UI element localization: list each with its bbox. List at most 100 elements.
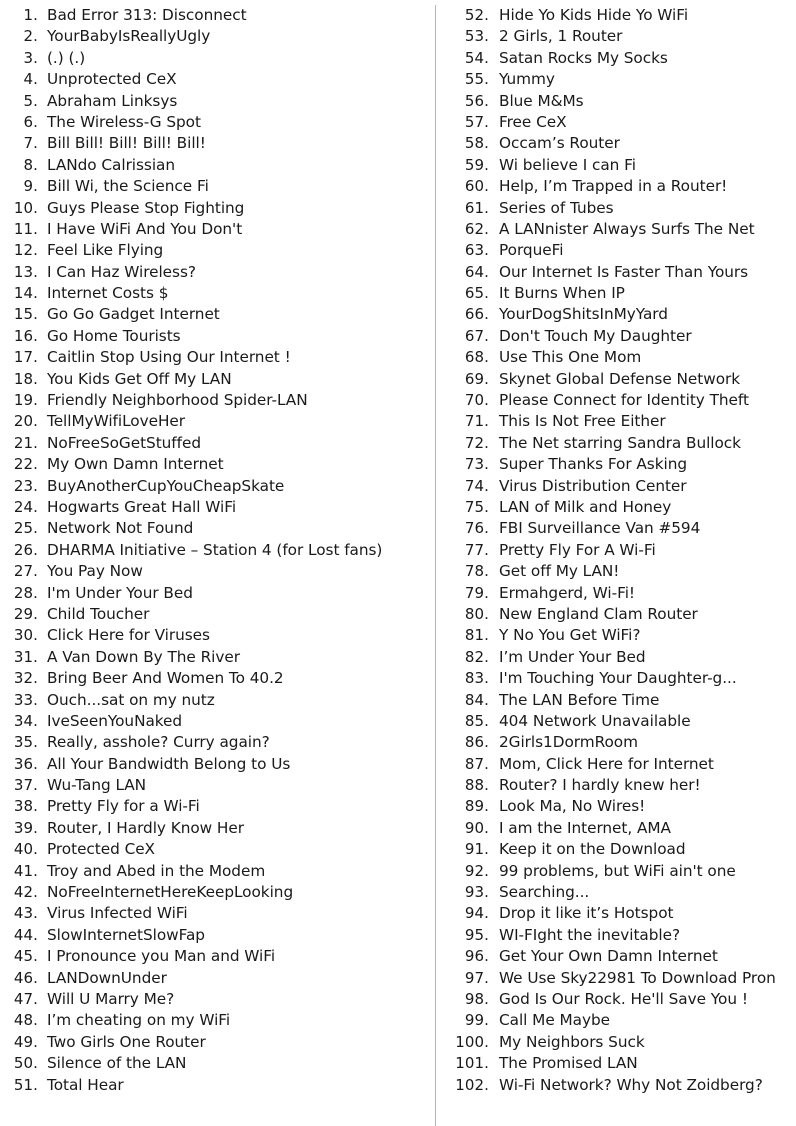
list-item: 69. Skynet Global Defense Network bbox=[436, 369, 796, 390]
list-item-label: Keep it on the Download bbox=[499, 840, 686, 859]
list-item-label: 2Girls1DormRoom bbox=[499, 733, 638, 752]
list-item: 26. DHARMA Initiative – Station 4 (for Lo… bbox=[0, 540, 435, 561]
list-item-number: 74. bbox=[464, 476, 489, 495]
list-item-number: 62. bbox=[464, 219, 489, 238]
list-item-number: 100. bbox=[455, 1032, 489, 1051]
list-item-label: Get Your Own Damn Internet bbox=[499, 947, 718, 966]
list-item-label: Go Home Tourists bbox=[47, 326, 181, 345]
list-item-number: 48. bbox=[13, 1011, 38, 1030]
list-item: 48. I’m cheating on my WiFi bbox=[0, 1010, 435, 1031]
list-item-number: 33. bbox=[13, 690, 38, 709]
list-item: 65. It Burns When IP bbox=[436, 283, 796, 304]
list-item-label: Please Connect for Identity Theft bbox=[499, 391, 749, 410]
list-item-number: 50. bbox=[13, 1054, 38, 1073]
list-item-label: Ouch...sat on my nutz bbox=[47, 690, 215, 709]
list-item-label: FBI Surveillance Van #594 bbox=[499, 519, 701, 538]
list-item-label: All Your Bandwidth Belong to Us bbox=[47, 754, 291, 773]
list-item-label: Super Thanks For Asking bbox=[499, 455, 688, 474]
list-item: 6. The Wireless-G Spot bbox=[0, 112, 435, 133]
list-item-number: 47. bbox=[13, 989, 38, 1008]
list-item-number: 58. bbox=[464, 134, 489, 153]
list-column-right: 52. Hide Yo Kids Hide Yo WiFi 53. 2 Girls, … bbox=[435, 5, 796, 1126]
list-item-number: 44. bbox=[13, 925, 38, 944]
list-item-number: 102. bbox=[455, 1075, 489, 1094]
list-item: 73. Super Thanks For Asking bbox=[436, 454, 796, 475]
list-item-label: I’m Under Your Bed bbox=[499, 647, 646, 666]
list-item: 95. WI-FIght the inevitable? bbox=[436, 925, 796, 946]
list-item-number: 40. bbox=[13, 840, 38, 859]
list-item: 61. Series of Tubes bbox=[436, 198, 796, 219]
list-item: 94. Drop it like it’s Hotspot bbox=[436, 903, 796, 924]
list-item-number: 35. bbox=[13, 733, 38, 752]
list-item-number: 37. bbox=[13, 776, 38, 795]
list-item: 77. Pretty Fly For A Wi-Fi bbox=[436, 540, 796, 561]
list-item-number: 34. bbox=[13, 711, 38, 730]
list-item-number: 71. bbox=[464, 412, 489, 431]
list-item: 96. Get Your Own Damn Internet bbox=[436, 946, 796, 967]
list-item-label: Virus Infected WiFi bbox=[47, 904, 188, 923]
list-item: 17. Caitlin Stop Using Our Internet ! bbox=[0, 347, 435, 368]
list-item-number: 27. bbox=[13, 562, 38, 581]
list-item-number: 39. bbox=[13, 818, 38, 837]
list-item-number: 73. bbox=[464, 455, 489, 474]
list-item: 90. I am the Internet, AMA bbox=[436, 818, 796, 839]
list-item-label: Bill Wi, the Science Fi bbox=[47, 177, 209, 196]
list-item: 93. Searching... bbox=[436, 882, 796, 903]
list-item-label: Click Here for Viruses bbox=[47, 626, 210, 645]
list-item: 5. Abraham Linksys bbox=[0, 91, 435, 112]
list-item-label: Pretty Fly for a Wi-Fi bbox=[47, 797, 200, 816]
list-item-label: LANdo Calrissian bbox=[47, 155, 176, 174]
list-item: 8. LANdo Calrissian bbox=[0, 155, 435, 176]
list-item-number: 8. bbox=[23, 155, 38, 174]
list-item-label: Child Toucher bbox=[47, 604, 150, 623]
list-item-number: 5. bbox=[23, 91, 38, 110]
list-item: 38. Pretty Fly for a Wi-Fi bbox=[0, 796, 435, 817]
list-item-label: Hogwarts Great Hall WiFi bbox=[47, 497, 237, 516]
list-item-label: Don't Touch My Daughter bbox=[499, 326, 692, 345]
list-item: 27. You Pay Now bbox=[0, 561, 435, 582]
list-item-label: LAN of Milk and Honey bbox=[499, 497, 672, 516]
list-item-number: 18. bbox=[13, 369, 38, 388]
list-item-number: 38. bbox=[13, 797, 38, 816]
list-item-number: 20. bbox=[13, 412, 38, 431]
list-item-number: 45. bbox=[13, 947, 38, 966]
list-item: 97. We Use Sky22981 To Download Pron bbox=[436, 968, 796, 989]
list-item-label: My Neighbors Suck bbox=[499, 1032, 645, 1051]
list-item: 30. Click Here for Viruses bbox=[0, 625, 435, 646]
list-item: 89. Look Ma, No Wires! bbox=[436, 796, 796, 817]
list-item-label: I'm Under Your Bed bbox=[47, 583, 193, 602]
list-item-label: We Use Sky22981 To Download Pron bbox=[499, 968, 776, 987]
list-item-number: 87. bbox=[464, 754, 489, 773]
list-item: 47. Will U Marry Me? bbox=[0, 989, 435, 1010]
list-item-number: 14. bbox=[13, 284, 38, 303]
list-item-label: New England Clam Router bbox=[499, 604, 698, 623]
list-item: 7. Bill Bill! Bill! Bill! Bill! bbox=[0, 133, 435, 154]
list-item-number: 56. bbox=[464, 91, 489, 110]
list-item-label: A Van Down By The River bbox=[47, 647, 240, 666]
list-column-left: 1. Bad Error 313: Disconnect 2. YourBabyIsR… bbox=[0, 5, 435, 1126]
list-item: 25. Network Not Found bbox=[0, 518, 435, 539]
list-item: 72. The Net starring Sandra Bullock bbox=[436, 433, 796, 454]
list-item-label: Router? I hardly knew her! bbox=[499, 776, 701, 795]
list-item: 98. God Is Our Rock. He'll Save You ! bbox=[436, 989, 796, 1010]
list-item-label: Hide Yo Kids Hide Yo WiFi bbox=[499, 6, 689, 24]
list-item: 60. Help, I’m Trapped in a Router! bbox=[436, 176, 796, 197]
list-item: 79. Ermahgerd, Wi-Fi! bbox=[436, 583, 796, 604]
list-item: 2. YourBabyIsReallyUgly bbox=[0, 26, 435, 47]
list-item-number: 6. bbox=[23, 112, 38, 131]
list-item-number: 29. bbox=[13, 604, 38, 623]
list-item-number: 63. bbox=[464, 241, 489, 260]
list-item-number: 41. bbox=[13, 861, 38, 880]
list-item: 50. Silence of the LAN bbox=[0, 1053, 435, 1074]
list-item-number: 92. bbox=[464, 861, 489, 880]
list-item-number: 78. bbox=[464, 562, 489, 581]
list-item: 83. I'm Touching Your Daughter-g... bbox=[436, 668, 796, 689]
list-item-number: 93. bbox=[464, 883, 489, 902]
list-item-number: 54. bbox=[464, 48, 489, 67]
list-item-number: 43. bbox=[13, 904, 38, 923]
list-item-label: Y No You Get WiFi? bbox=[499, 626, 641, 645]
list-item-label: (.) (.) bbox=[47, 48, 86, 67]
list-item: 29. Child Toucher bbox=[0, 604, 435, 625]
list-item-number: 13. bbox=[13, 262, 38, 281]
list-item-number: 66. bbox=[464, 305, 489, 324]
